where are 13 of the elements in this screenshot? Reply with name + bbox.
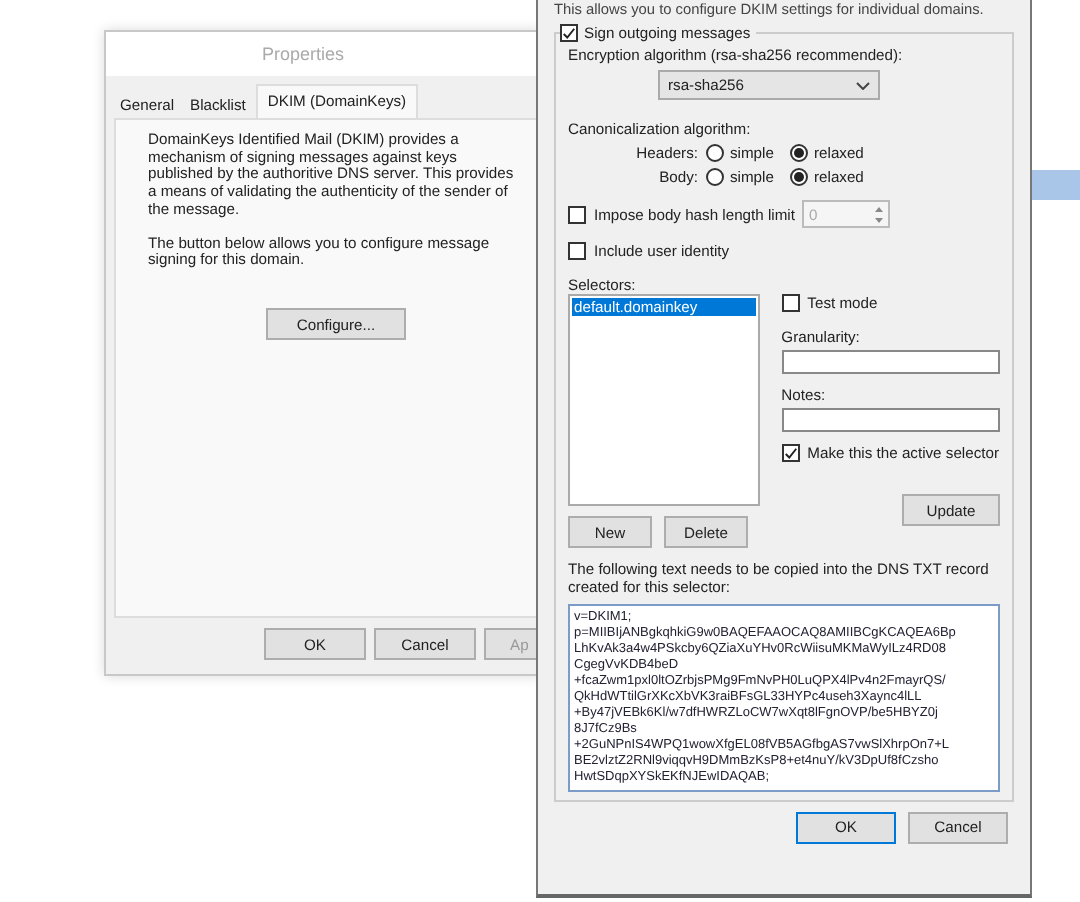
radio-button[interactable] — [790, 144, 808, 162]
window-title: Properties — [262, 44, 345, 64]
checkbox[interactable] — [781, 294, 800, 312]
checkbox[interactable] — [781, 444, 800, 462]
radio-button[interactable] — [706, 144, 724, 162]
granularity-field[interactable] — [781, 350, 1000, 374]
chevron-down-icon — [856, 81, 870, 89]
checkbox[interactable] — [568, 242, 586, 260]
radio-button[interactable] — [706, 168, 724, 186]
sign-checkbox[interactable] — [560, 24, 578, 42]
notes-field[interactable] — [781, 408, 1000, 432]
radio-button[interactable] — [790, 168, 808, 186]
background-window-bar — [1032, 170, 1080, 200]
